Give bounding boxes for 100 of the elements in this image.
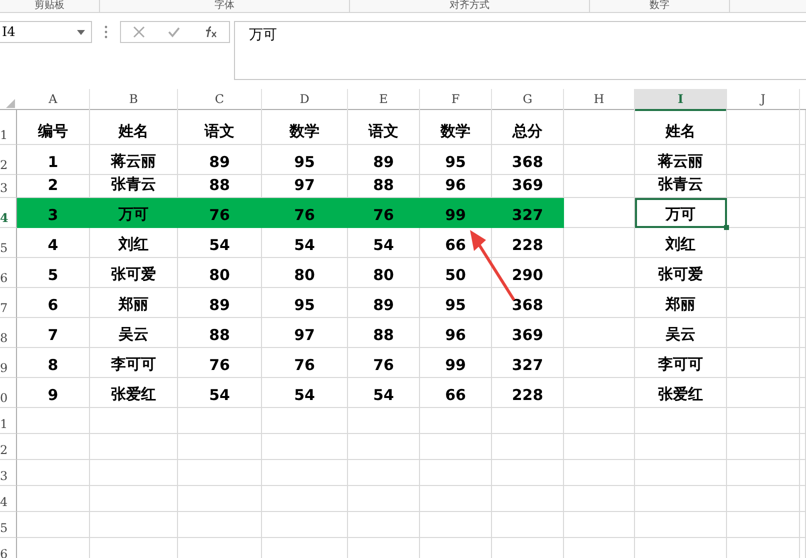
empty-cell xyxy=(420,460,492,486)
name-box[interactable]: I4 xyxy=(0,21,92,43)
row-header[interactable]: 1 xyxy=(0,110,17,145)
empty-cell xyxy=(420,486,492,512)
table-cell: 语文 xyxy=(348,110,420,145)
table-cell: 80 xyxy=(262,258,348,288)
row-header[interactable]: 7 xyxy=(0,288,17,318)
row-header[interactable]: 4 xyxy=(0,486,17,512)
function-icon[interactable] xyxy=(203,26,218,38)
row-header[interactable]: 6 xyxy=(0,538,17,558)
table-cell: 6 xyxy=(17,288,90,318)
table-cell: 语文 xyxy=(178,110,262,145)
table-cell: 95 xyxy=(262,288,348,318)
table-cell: 76 xyxy=(348,198,420,228)
table-cell: 54 xyxy=(262,378,348,408)
table-cell: 76 xyxy=(178,348,262,378)
table-cell: 刘红 xyxy=(90,228,178,258)
empty-cell xyxy=(564,378,635,408)
empty-cell xyxy=(564,175,635,198)
table-cell: 50 xyxy=(420,258,492,288)
row-header[interactable]: 8 xyxy=(0,318,17,348)
table-cell: 96 xyxy=(420,318,492,348)
table-cell: 228 xyxy=(492,378,564,408)
empty-cell xyxy=(564,318,635,348)
column-header[interactable]: F xyxy=(420,89,492,111)
table-cell: 99 xyxy=(420,348,492,378)
table-cell: 吴云 xyxy=(90,318,178,348)
table-cell: 97 xyxy=(262,318,348,348)
table-cell: 95 xyxy=(420,145,492,175)
table-cell: 万可 xyxy=(635,198,727,228)
table-cell: 郑丽 xyxy=(635,288,727,318)
table-cell: 327 xyxy=(492,348,564,378)
table-cell: 54 xyxy=(348,378,420,408)
table-cell: 368 xyxy=(492,145,564,175)
column-header[interactable]: D xyxy=(262,89,348,111)
row-header[interactable]: 2 xyxy=(0,145,17,175)
cancel-icon[interactable] xyxy=(132,26,145,38)
table-cell: 76 xyxy=(178,198,262,228)
table-cell: 4 xyxy=(17,228,90,258)
empty-cell xyxy=(348,460,420,486)
table-cell: 万可 xyxy=(90,198,178,228)
empty-cell xyxy=(564,408,635,434)
row-header[interactable]: 5 xyxy=(0,512,17,538)
table-cell: 蒋云丽 xyxy=(635,145,727,175)
empty-cell xyxy=(564,348,635,378)
column-header[interactable]: J xyxy=(727,89,800,111)
table-cell: 3 xyxy=(17,198,90,228)
table-cell: 郑丽 xyxy=(90,288,178,318)
column-header[interactable]: C xyxy=(178,89,262,111)
table-cell: 54 xyxy=(262,228,348,258)
table-cell: 总分 xyxy=(492,110,564,145)
empty-cell xyxy=(348,434,420,460)
row-header[interactable]: 5 xyxy=(0,228,17,258)
table-cell: 54 xyxy=(348,228,420,258)
table-cell: 蒋云丽 xyxy=(90,145,178,175)
column-header[interactable]: E xyxy=(348,89,420,111)
row-header[interactable]: 0 xyxy=(0,378,17,408)
empty-cell xyxy=(492,434,564,460)
table-cell: 姓名 xyxy=(90,110,178,145)
empty-cell xyxy=(564,110,635,145)
empty-cell xyxy=(564,258,635,288)
empty-cell xyxy=(492,460,564,486)
table-cell: 编号 xyxy=(17,110,90,145)
row-header[interactable]: 6 xyxy=(0,258,17,288)
empty-cell xyxy=(564,486,635,512)
table-cell: 327 xyxy=(492,198,564,228)
empty-cell xyxy=(420,512,492,538)
row-header[interactable]: 9 xyxy=(0,348,17,378)
table-cell: 89 xyxy=(348,288,420,318)
row-header[interactable]: 1 xyxy=(0,408,17,434)
column-header[interactable]: B xyxy=(90,89,178,111)
table-cell: 99 xyxy=(420,198,492,228)
table-cell: 数学 xyxy=(262,110,348,145)
column-header[interactable]: I xyxy=(635,89,727,111)
table-cell: 95 xyxy=(262,145,348,175)
select-all-icon[interactable] xyxy=(6,99,15,108)
table-cell: 89 xyxy=(178,288,262,318)
table-cell: 80 xyxy=(178,258,262,288)
table-cell: 76 xyxy=(262,348,348,378)
row-header[interactable]: 3 xyxy=(0,175,17,198)
table-cell: 54 xyxy=(178,228,262,258)
row-header[interactable]: 3 xyxy=(0,460,17,486)
column-header[interactable]: G xyxy=(492,89,564,111)
table-cell: 9 xyxy=(17,378,90,408)
table-cell: 228 xyxy=(492,228,564,258)
table-cell: 66 xyxy=(420,378,492,408)
formula-field[interactable]: 万可 xyxy=(234,21,806,80)
table-cell: 54 xyxy=(178,378,262,408)
check-icon[interactable] xyxy=(168,26,180,38)
row-header[interactable]: 2 xyxy=(0,434,17,460)
empty-cell xyxy=(564,512,635,538)
table-cell: 1 xyxy=(17,145,90,175)
empty-cell xyxy=(420,408,492,434)
table-cell: 姓名 xyxy=(635,110,727,145)
table-cell: 368 xyxy=(492,288,564,318)
table-cell: 刘红 xyxy=(635,228,727,258)
empty-cell xyxy=(420,434,492,460)
table-cell: 95 xyxy=(420,288,492,318)
column-header[interactable]: A xyxy=(17,89,90,111)
empty-cell xyxy=(564,145,635,175)
